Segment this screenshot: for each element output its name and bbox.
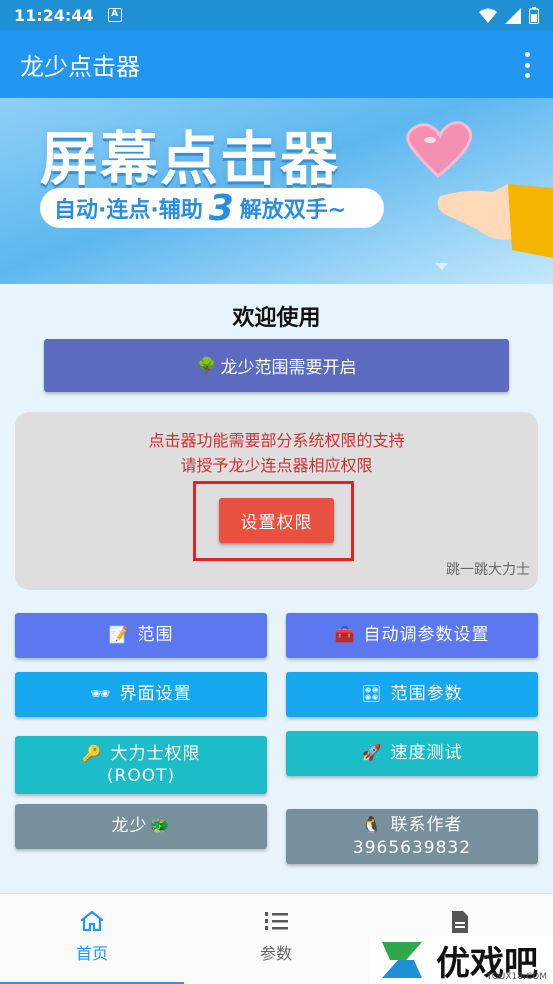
range-button[interactable]: 📝 范围 [15,613,267,658]
nav-home-label: 首页 [75,944,108,963]
app-bar: 龙少点击器 [0,30,553,98]
status-bar: 11:24:44 A [0,0,553,30]
status-icons [479,7,539,24]
auto-params-label: 自动调参数设置 [363,625,490,646]
watermark: 优戏吧 YOUX18.COM [370,936,553,984]
key-icon: 🔑 [81,743,103,763]
notification-icon: A [107,8,122,22]
range-params-label: 范围参数 [390,684,463,705]
set-permission-button[interactable]: 设置权限 [219,498,334,543]
ui-settings-label: 界面设置 [119,684,192,705]
permission-card: 点击器功能需要部分系统权限的支持 请授予龙少连点器相应权限 设置权限 跳一跳大力… [15,412,538,590]
banner-title: 屏幕点击器 [40,125,341,193]
longshao-button[interactable]: 龙少 🐲 [15,804,267,849]
ui-settings-button[interactable]: 🕶 界面设置 [15,672,267,717]
root-permission-button[interactable]: 🔑 大力士权限 (ROOT) [15,736,267,794]
memo-icon: 📝 [108,625,130,645]
status-time: 11:24:44 [14,5,94,25]
speed-test-label: 速度测试 [390,743,463,764]
rocket-icon: 🚀 [361,743,383,763]
tree-icon: 🌳 [196,356,217,375]
permission-message-line2: 请授予龙少连点器相应权限 [180,456,373,475]
contact-author-label: 联系作者 [390,815,463,836]
nav-home[interactable]: 首页 [0,894,184,984]
dragon-icon: 🐲 [149,816,171,836]
root-permission-label: 大力士权限 [110,743,201,764]
banner-subtitle-left: 自动·连点·辅助 [54,198,203,223]
wifi-icon [479,8,497,23]
contact-author-button[interactable]: 🐧 联系作者 3965639832 [286,809,538,864]
penguin-icon: 🐧 [361,815,383,835]
banner-subtitle: 自动·连点·辅助 3 解放双手~ [40,187,384,229]
contact-author-number: 3965639832 [352,837,472,858]
sunglasses-icon: 🕶 [90,684,112,704]
battery-icon [529,7,539,24]
longshao-label: 龙少 [111,816,148,837]
numbered-list-icon [265,912,288,930]
root-permission-sub: (ROOT) [106,766,176,786]
heart-hand-illustration [406,121,553,270]
overflow-menu-icon[interactable] [519,52,535,78]
banner-subtitle-right: 解放双手~ [239,198,347,223]
watermark-url: YOUX18.COM [486,972,547,982]
document-icon [452,911,468,933]
app-title: 龙少点击器 [20,52,140,81]
range-label: 范围 [137,625,174,646]
signal-icon [505,7,521,24]
root-permission-top: 🔑 大力士权限 [82,743,201,765]
speed-test-button[interactable]: 🚀 速度测试 [286,731,538,776]
auto-params-button[interactable]: 🧰 自动调参数设置 [286,613,538,658]
toolbox-icon: 🧰 [334,625,356,645]
nav-params[interactable]: 参数 [184,894,368,984]
card-signature: 跳一跳大力士 [446,562,530,578]
home-icon [80,910,104,932]
nav-params-label: 参数 [259,944,292,963]
welcome-heading: 欢迎使用 [232,306,321,331]
range-params-button[interactable]: 🎛 范围参数 [286,672,538,717]
permission-message-line1: 点击器功能需要部分系统权限的支持 [148,431,405,450]
control-knobs-icon: 🎛 [361,684,383,704]
enable-range-button[interactable]: 🌳 龙少范围需要开启 [44,339,509,392]
banner-subtitle-number: 3 [208,187,234,229]
contact-author-top: 🐧 联系作者 [362,814,463,836]
watermark-logo-icon [382,942,422,978]
banner: 屏幕点击器 自动·连点·辅助 3 解放双手~ [0,98,553,284]
enable-range-label: 龙少范围需要开启 [220,358,357,378]
